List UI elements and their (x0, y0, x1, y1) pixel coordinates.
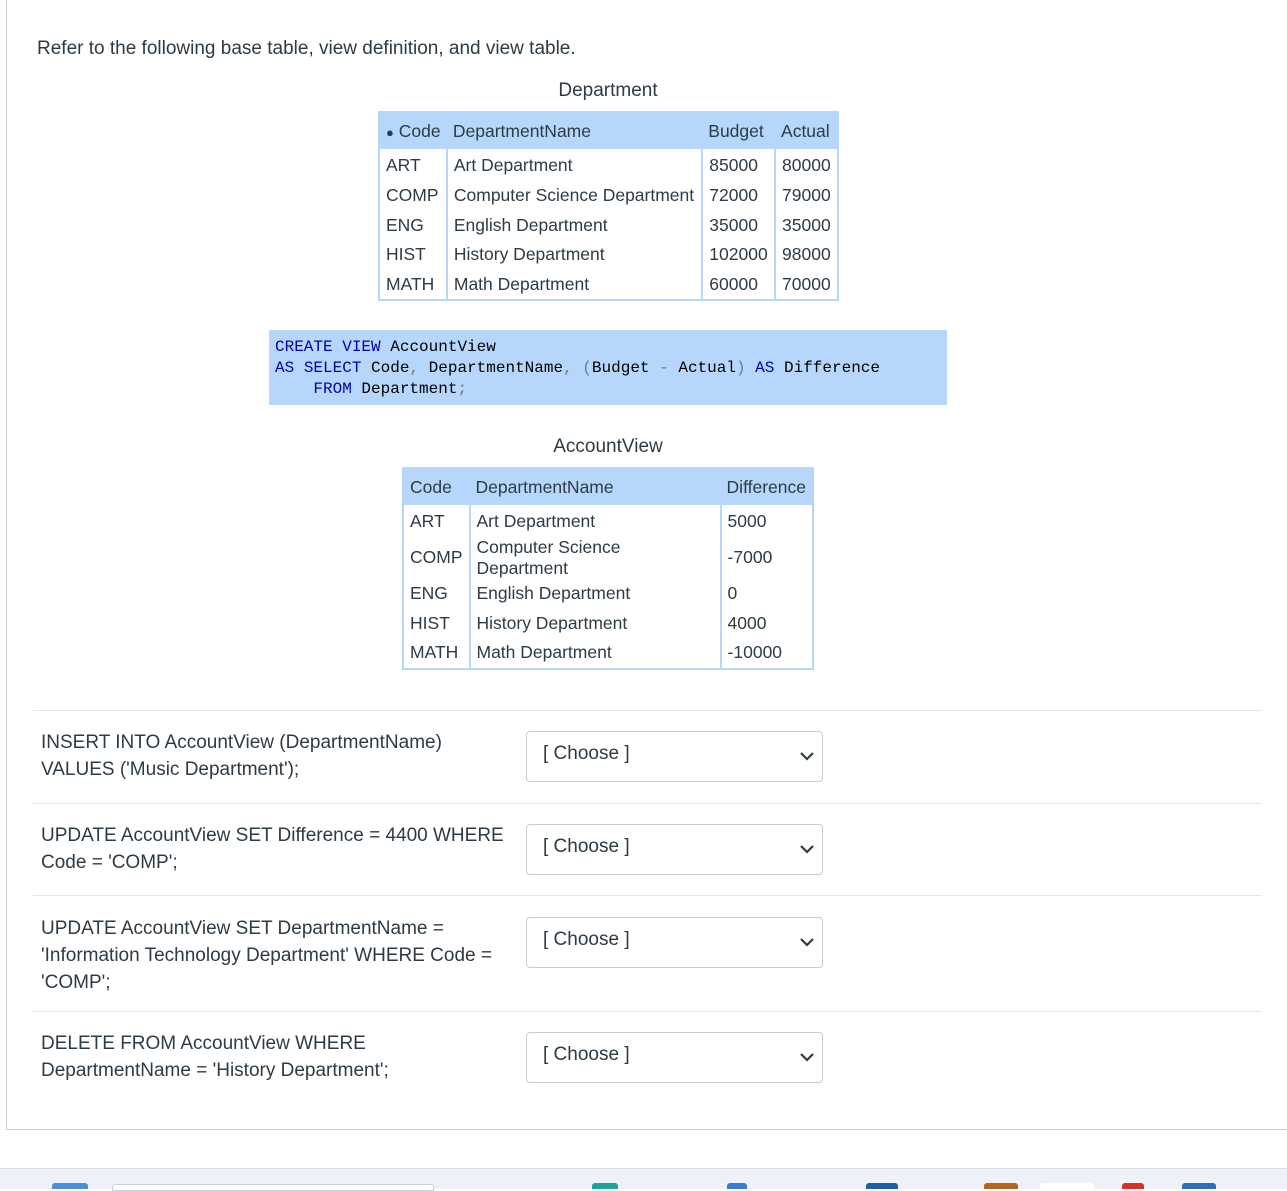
taskbar-app-icon[interactable] (52, 1183, 88, 1189)
cell: HIST (403, 608, 471, 639)
cell: History Department (469, 608, 722, 639)
cell: English Department (469, 578, 722, 609)
divider (33, 895, 1261, 896)
question-2-text: UPDATE AccountView SET Difference = 4400… (41, 825, 504, 873)
table-row: HIST History Department 102000 98000 (379, 240, 838, 270)
cell: History Department (446, 240, 704, 270)
divider (33, 1011, 1261, 1012)
cell: Math Department (469, 638, 722, 669)
cell: -10000 (727, 642, 783, 663)
department-caption: Department (558, 80, 658, 101)
cell: COMP (379, 180, 448, 211)
table-row: COMP Computer Science Department -7000 (403, 536, 813, 579)
cell: 102000 (702, 240, 777, 270)
chevron-down-icon (800, 938, 814, 947)
cell: 35000 (782, 214, 831, 235)
cell: COMP (403, 536, 471, 579)
table-row: ENG English Department 0 (403, 578, 813, 609)
taskbar-app-icon[interactable] (866, 1183, 898, 1189)
accountview-caption: AccountView (553, 436, 663, 457)
divider (33, 803, 1261, 804)
cell: HIST (379, 240, 448, 270)
taskbar (0, 1168, 1287, 1191)
question-1-select[interactable]: [ Choose ] (526, 731, 823, 782)
cell: English Department (446, 210, 704, 241)
intro-text: Refer to the following base table, view … (37, 38, 576, 59)
header-difference: Difference (720, 468, 813, 505)
cell: MATH (403, 638, 471, 669)
taskbar-app-icon[interactable] (1182, 1183, 1216, 1189)
cell: 60000 (702, 269, 777, 301)
cell: ENG (379, 210, 448, 241)
table-row: MATH Math Department 60000 70000 (379, 269, 838, 301)
taskbar-app-icon[interactable] (727, 1183, 747, 1189)
cell: Computer Science Department (446, 180, 704, 211)
question-1-text: INSERT INTO AccountView (DepartmentName)… (41, 732, 442, 780)
cell: -7000 (727, 547, 773, 568)
cell: Math Department (446, 269, 704, 301)
cell: 79000 (782, 185, 831, 206)
select-value: [ Choose ] (543, 1044, 630, 1065)
taskbar-app-icon[interactable] (1122, 1183, 1144, 1189)
header-budget: Budget (702, 112, 776, 149)
cell: 98000 (782, 244, 831, 265)
chevron-down-icon (800, 1053, 814, 1062)
table-header-row: ● Code DepartmentName Budget Actual (379, 112, 838, 149)
select-value: [ Choose ] (543, 929, 630, 950)
table-header-row: Code DepartmentName Difference (403, 468, 813, 505)
accountview-table: Code DepartmentName Difference ART Art D… (402, 467, 814, 670)
question-2-select[interactable]: [ Choose ] (526, 824, 823, 875)
header-code: Code (403, 468, 470, 505)
chevron-down-icon (800, 752, 814, 761)
cell: ART (379, 149, 448, 181)
taskbar-app-icon[interactable] (984, 1183, 1018, 1189)
cell: Art Department (446, 149, 704, 181)
table-row: ART Art Department 5000 (403, 505, 813, 537)
header-code: ● Code (379, 112, 447, 149)
header-department-name: DepartmentName (446, 112, 703, 149)
cell: 72000 (702, 180, 777, 211)
header-department-name: DepartmentName (469, 468, 721, 505)
taskbar-app-icon[interactable] (592, 1183, 618, 1189)
question-4-text: DELETE FROM AccountView WHERE Department… (41, 1033, 389, 1081)
table-row: HIST History Department 4000 (403, 608, 813, 639)
select-value: [ Choose ] (543, 836, 630, 857)
table-row: ART Art Department 85000 80000 (379, 149, 838, 181)
cell: 80000 (782, 155, 831, 176)
table-row: COMP Computer Science Department 72000 7… (379, 180, 838, 211)
cell: ENG (403, 578, 471, 609)
cell: 0 (727, 583, 738, 604)
question-3-select[interactable]: [ Choose ] (526, 917, 823, 968)
question-4-select[interactable]: [ Choose ] (526, 1032, 823, 1083)
cell: 4000 (727, 612, 767, 633)
cell: 85000 (702, 149, 777, 181)
table-row: ENG English Department 35000 35000 (379, 210, 838, 241)
header-actual: Actual (775, 112, 838, 149)
table-row: MATH Math Department -10000 (403, 638, 813, 669)
divider (33, 710, 1261, 711)
cell: 35000 (702, 210, 777, 241)
chevron-down-icon (800, 845, 814, 854)
question-3-text: UPDATE AccountView SET DepartmentName = … (41, 918, 492, 993)
cell: Art Department (469, 505, 722, 537)
select-value: [ Choose ] (543, 743, 630, 764)
cell: MATH (379, 269, 448, 301)
primary-key-marker: ● (386, 124, 394, 140)
view-definition-code: CREATE VIEW AccountView AS SELECT Code, … (269, 330, 947, 405)
taskbar-app-icon[interactable] (1040, 1183, 1094, 1189)
cell: Computer Science Department (469, 536, 722, 579)
cell: 70000 (782, 274, 831, 295)
cell: ART (403, 505, 471, 537)
department-table: ● Code DepartmentName Budget Actual ART … (378, 111, 839, 302)
cell: 5000 (727, 511, 767, 532)
